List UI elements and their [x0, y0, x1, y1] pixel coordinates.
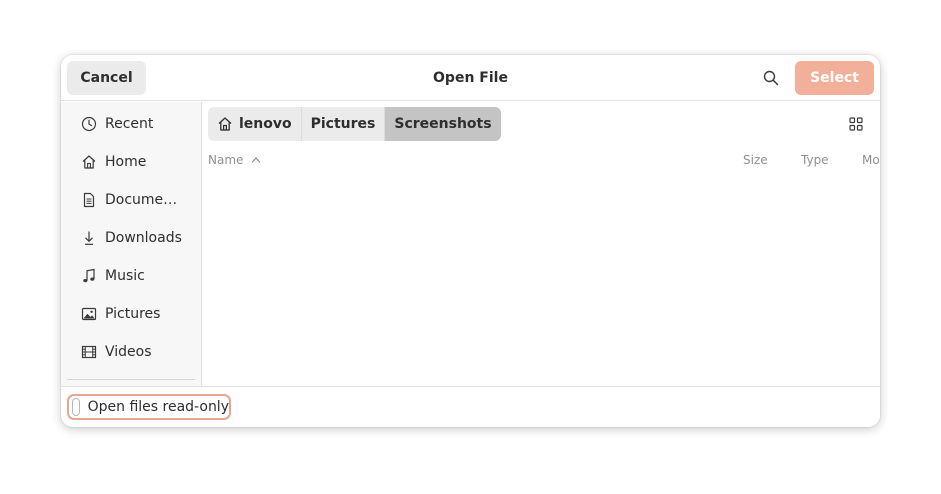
column-header-name[interactable]: Name — [208, 148, 261, 172]
sidebar-item-label: Videos — [105, 344, 152, 360]
breadcrumb-label: lenovo — [239, 116, 292, 132]
sidebar-item-home[interactable]: Home — [67, 145, 195, 179]
sidebar-separator — [67, 379, 195, 380]
breadcrumb-item-screenshots[interactable]: Screenshots — [385, 107, 501, 141]
breadcrumb-label: Screenshots — [394, 116, 492, 132]
column-header-size[interactable]: Size — [743, 148, 768, 172]
select-button[interactable]: Select — [795, 61, 874, 95]
checkbox-box[interactable] — [72, 398, 80, 416]
open-read-only-checkbox[interactable]: Open files read-only — [67, 394, 231, 420]
search-button[interactable] — [758, 65, 784, 91]
sidebar-item-label: Downloads — [105, 230, 182, 246]
breadcrumb-label: Pictures — [310, 116, 376, 132]
column-header-type[interactable]: Type — [801, 148, 829, 172]
sidebar-item-videos[interactable]: Videos — [67, 335, 195, 369]
search-icon — [763, 70, 779, 86]
file-view: lenovo Pictures Screenshots Name Size Ty… — [203, 102, 880, 386]
film-icon — [80, 343, 98, 361]
places-sidebar: Recent Home Docume… Downloads Music Pict… — [61, 102, 202, 386]
breadcrumb-item-pictures[interactable]: Pictures — [301, 107, 386, 141]
sidebar-item-label: Music — [105, 268, 145, 284]
sidebar-item-pictures[interactable]: Pictures — [67, 297, 195, 331]
column-header-modified[interactable]: Modified — [862, 148, 880, 172]
column-label: Type — [801, 153, 829, 167]
checkbox-label: Open files read-only — [87, 399, 229, 415]
clock-icon — [80, 115, 98, 133]
sidebar-item-label: Docume… — [105, 192, 178, 208]
document-icon — [80, 191, 98, 209]
sidebar-item-label: Pictures — [105, 306, 161, 322]
sidebar-item-documents[interactable]: Docume… — [67, 183, 195, 217]
sort-ascending-icon — [251, 156, 261, 164]
column-label: Name — [208, 153, 244, 167]
column-label: Size — [743, 153, 768, 167]
breadcrumb-item-home[interactable]: lenovo — [208, 107, 302, 141]
breadcrumb: lenovo Pictures Screenshots — [208, 107, 501, 141]
open-file-dialog: Cancel Open File Select Recent Home Docu… — [61, 55, 880, 427]
column-label: Modified — [862, 153, 880, 167]
cancel-button[interactable]: Cancel — [67, 61, 146, 95]
home-icon — [217, 116, 233, 132]
download-icon — [80, 229, 98, 247]
sidebar-item-recent[interactable]: Recent — [67, 107, 195, 141]
grid-icon — [849, 117, 863, 131]
footer-bar: Open files read-only — [61, 386, 880, 427]
home-icon — [80, 153, 98, 171]
sidebar-item-label: Home — [105, 154, 147, 170]
sidebar-item-music[interactable]: Music — [67, 259, 195, 293]
grid-view-toggle[interactable] — [846, 114, 866, 134]
header-bar: Cancel Open File Select — [61, 55, 880, 101]
sidebar-item-label: Recent — [105, 116, 154, 132]
image-icon — [80, 305, 98, 323]
sidebar-item-downloads[interactable]: Downloads — [67, 221, 195, 255]
music-icon — [80, 267, 98, 285]
